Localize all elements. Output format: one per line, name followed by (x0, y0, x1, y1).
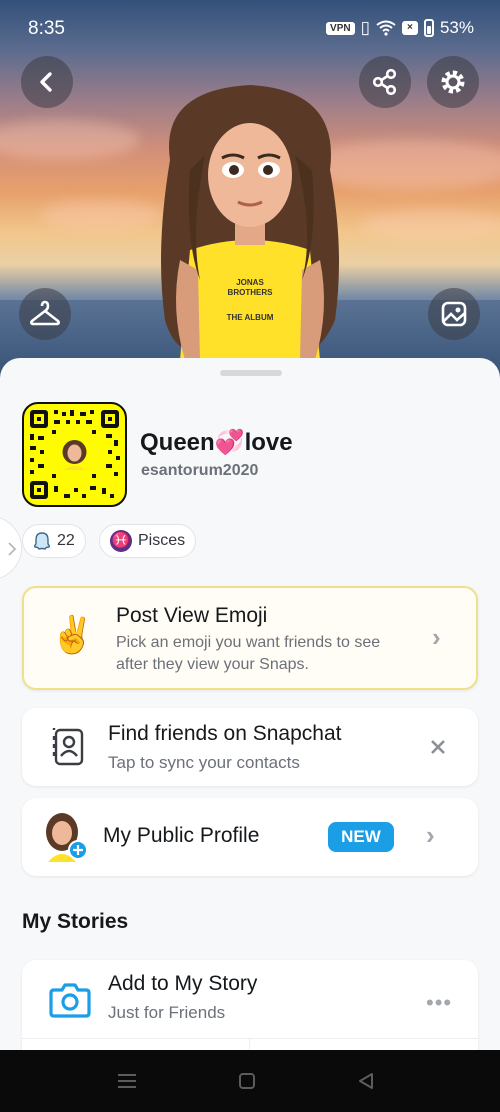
outfit-button[interactable] (19, 288, 71, 340)
post-view-emoji-card[interactable]: ✌️ Post View Emoji Pick an emoji you wan… (22, 586, 478, 690)
post-view-emoji-subtitle-2: after they view your Snaps. (116, 656, 309, 673)
post-view-emoji-subtitle-1: Pick an emoji you want friends to see (116, 634, 381, 651)
zodiac-chip[interactable]: ♓ Pisces (99, 524, 197, 558)
shirt-text-1: JONAS (236, 278, 264, 287)
friends-chip[interactable]: 22 (22, 524, 86, 558)
sim-icon: × (401, 21, 418, 35)
gear-icon (441, 70, 465, 94)
pisces-icon: ♓ (110, 530, 132, 552)
new-badge: NEW (328, 822, 394, 852)
camera-icon (49, 983, 91, 1018)
snapcode-qr (30, 410, 120, 499)
bitmoji-avatar[interactable]: JONAS BROTHERS THE ALBUM (130, 80, 370, 380)
shirt-text-3: THE ALBUM (227, 313, 274, 322)
battery-percent: 53% (439, 18, 474, 37)
back-button[interactable] (21, 56, 73, 108)
add-to-story-title: Add to My Story (108, 972, 258, 995)
peace-emoji-icon: ✌️ (50, 614, 95, 655)
friends-count: 22 (57, 532, 75, 549)
vibrate-icon: ▯ (360, 18, 370, 37)
more-options-icon[interactable]: ••• (426, 990, 452, 1016)
side-drawer-tab[interactable] (0, 516, 22, 580)
share-button[interactable] (359, 56, 411, 108)
bitmoji-background: JONAS BROTHERS THE ALBUM 8:35 VPN ▯ × 53… (0, 0, 500, 400)
settings-button[interactable] (427, 56, 479, 108)
username[interactable]: esantorum2020 (141, 462, 258, 480)
divider (249, 1038, 250, 1050)
selfie-button[interactable] (428, 288, 480, 340)
my-stories-heading: My Stories (22, 910, 129, 933)
find-friends-title: Find friends on Snapchat (108, 722, 342, 745)
display-name: Queen💞love (140, 429, 293, 456)
status-icons: VPN ▯ × 53% (326, 18, 474, 38)
chevron-right-icon (8, 542, 17, 556)
status-time: 8:35 (28, 18, 65, 39)
add-to-story-subtitle: Just for Friends (108, 1003, 226, 1022)
chevron-left-icon (40, 72, 52, 92)
zodiac-label: Pisces (138, 532, 186, 549)
profile-sheet: Queen💞love esantorum2020 22 ♓ Pisces ✌️ … (0, 358, 500, 1050)
public-profile-title: My Public Profile (103, 824, 260, 847)
image-icon (441, 301, 467, 327)
status-bar: 8:35 VPN ▯ × 53% (0, 0, 500, 58)
share-icon (372, 68, 397, 96)
drag-handle[interactable] (220, 370, 282, 376)
shirt-text-2: BROTHERS (228, 288, 274, 297)
wifi-icon (376, 20, 396, 36)
battery-icon (423, 19, 434, 37)
vpn-icon: VPN (326, 21, 355, 35)
recents-icon[interactable] (117, 1072, 137, 1090)
ghost-icon (33, 532, 51, 550)
contacts-sync-icon (52, 728, 84, 766)
hanger-icon (30, 300, 60, 326)
find-friends-card[interactable]: Find friends on Snapchat Tap to sync you… (22, 708, 478, 786)
home-icon[interactable] (238, 1072, 256, 1090)
find-friends-subtitle: Tap to sync your contacts (108, 753, 300, 772)
back-nav-icon[interactable] (357, 1072, 375, 1090)
chevron-right-icon: › (426, 820, 435, 850)
public-profile-card[interactable]: My Public Profile NEW › (22, 798, 478, 876)
divider (22, 1038, 478, 1039)
close-icon[interactable] (430, 739, 446, 755)
add-to-story-card[interactable]: Add to My Story Just for Friends ••• (22, 960, 478, 1050)
public-profile-avatar (46, 813, 88, 862)
snapcode[interactable] (22, 402, 127, 507)
system-nav-bar (0, 1050, 500, 1112)
post-view-emoji-title: Post View Emoji (116, 604, 268, 627)
chevron-right-icon: › (432, 622, 441, 652)
